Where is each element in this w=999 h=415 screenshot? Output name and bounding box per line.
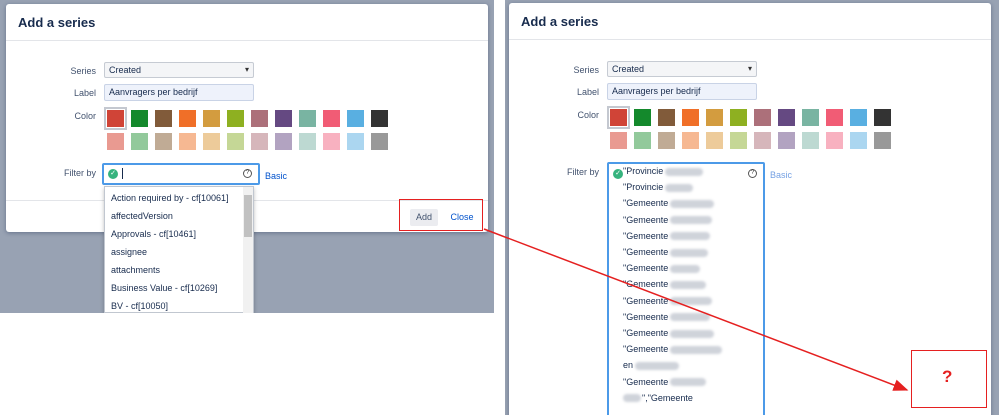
question-box: ?: [911, 350, 987, 408]
annotation-arrow: [483, 228, 909, 391]
question-mark: ?: [942, 367, 953, 386]
